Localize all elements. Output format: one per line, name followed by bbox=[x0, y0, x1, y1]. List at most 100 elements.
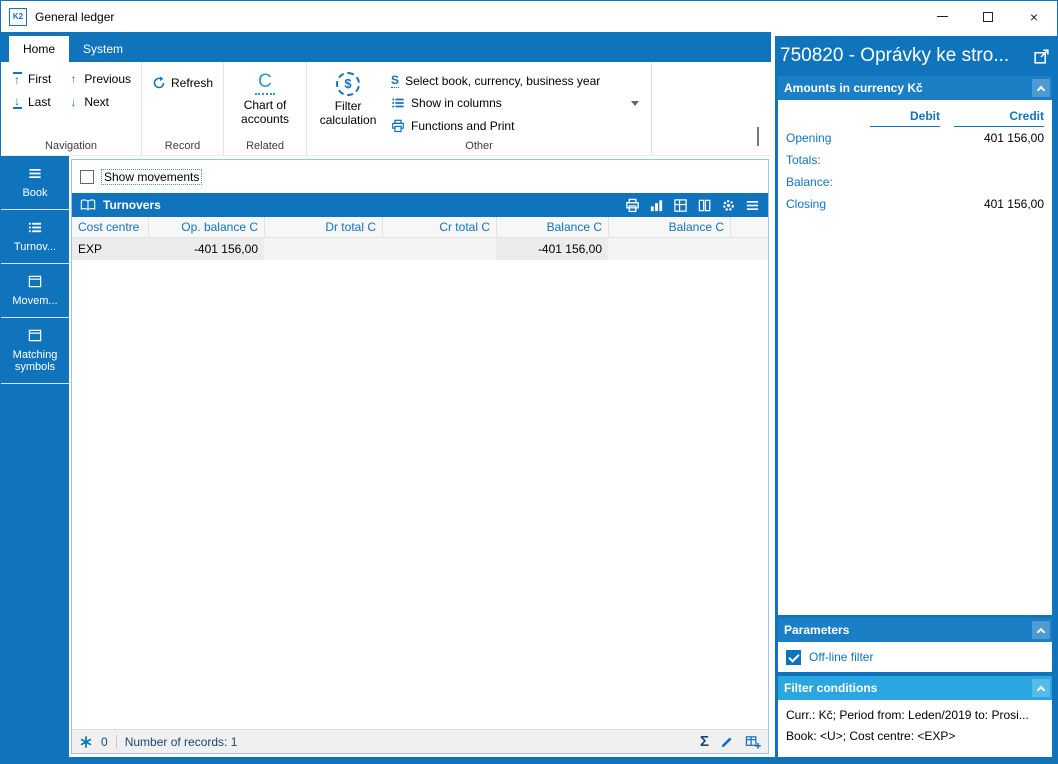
cell-filler bbox=[730, 238, 768, 260]
filter-conditions-header: Filter conditions bbox=[778, 676, 1052, 700]
group-label-record: Record bbox=[164, 140, 201, 152]
open-external-icon[interactable] bbox=[1033, 48, 1050, 65]
previous-label: Previous bbox=[84, 72, 132, 86]
chart-of-accounts-button[interactable]: C Chart of accounts bbox=[234, 72, 296, 137]
show-movements-checkbox[interactable] bbox=[80, 169, 94, 184]
amounts-table: Debit Credit Opening 401 156,00 Totals: … bbox=[778, 100, 1052, 615]
turnovers-header: Turnovers bbox=[72, 193, 768, 217]
table-row[interactable]: EXP -401 156,00 -401 156,00 bbox=[72, 238, 768, 260]
last-button[interactable]: ↓ Last bbox=[11, 95, 51, 109]
first-button[interactable]: ↑ First bbox=[11, 72, 51, 86]
asterisk-icon[interactable] bbox=[79, 735, 93, 749]
ribbon: ↑ First ↑ Previous ↓ Last ↓ Next Navigat… bbox=[1, 62, 771, 156]
last-label: Last bbox=[28, 95, 51, 109]
maximize-button[interactable] bbox=[965, 1, 1011, 32]
cell-cr-total bbox=[382, 238, 496, 260]
table-add-icon[interactable] bbox=[745, 734, 761, 750]
select-book-button[interactable]: S Select book, currency, business year bbox=[391, 70, 641, 92]
window-icon bbox=[27, 328, 43, 343]
parameters-collapse-button[interactable] bbox=[1032, 621, 1050, 639]
list-icon bbox=[27, 220, 43, 235]
ribbon-collapse-button[interactable] bbox=[757, 127, 759, 147]
cell-cost-centre: EXP bbox=[78, 242, 103, 256]
amounts-header-label: Amounts in currency Kč bbox=[784, 81, 923, 95]
ribbon-tabbar: Home System bbox=[1, 32, 771, 62]
columns-icon[interactable] bbox=[697, 198, 712, 213]
last-icon: ↓ bbox=[12, 94, 22, 109]
chart-icon[interactable] bbox=[649, 198, 664, 213]
show-in-columns-dropdown-icon[interactable] bbox=[631, 100, 640, 106]
sidebar-item-label: Matching symbols bbox=[12, 349, 58, 373]
col-dr-total[interactable]: Dr total C bbox=[264, 217, 382, 237]
app-window: K2 General ledger × Home System ↑ First bbox=[0, 0, 1058, 764]
amounts-row-totals: Totals: bbox=[778, 149, 1052, 171]
window-controls: × bbox=[919, 1, 1057, 32]
titlebar: K2 General ledger × bbox=[1, 1, 1057, 32]
filter-conditions-collapse-button[interactable] bbox=[1032, 679, 1050, 697]
credit-value: 401 156,00 bbox=[983, 197, 1044, 211]
col-cost-centre[interactable]: Cost centre bbox=[72, 217, 148, 237]
sidebar-item-turnovers[interactable]: Turnov... bbox=[1, 210, 69, 264]
col-balance-1[interactable]: Balance C bbox=[496, 217, 608, 237]
close-icon: × bbox=[1029, 8, 1039, 25]
col-balance-2[interactable]: Balance C bbox=[608, 217, 730, 237]
record-count-label: Number of records: 1 bbox=[124, 734, 238, 749]
hamburger-menu-icon[interactable] bbox=[745, 198, 760, 213]
row-label: Opening bbox=[786, 131, 832, 145]
amounts-row-balance: Balance: bbox=[778, 171, 1052, 193]
pencil-icon[interactable] bbox=[720, 735, 734, 749]
filter-calculation-label: Filter calculation bbox=[319, 99, 377, 127]
filter-calculation-button[interactable]: $ Filter calculation bbox=[317, 72, 379, 137]
minimize-icon bbox=[936, 16, 948, 17]
sum-icon[interactable]: Σ bbox=[700, 734, 709, 749]
sidebar-item-label: Movem... bbox=[12, 295, 58, 307]
amounts-row-opening: Opening 401 156,00 bbox=[778, 127, 1052, 149]
offline-filter-label: Off-line filter bbox=[809, 650, 874, 664]
filter-condition-line: Curr.: Kč; Period from: Leden/2019 to: P… bbox=[786, 708, 1029, 722]
table-empty-area bbox=[72, 260, 768, 729]
amounts-header-row: Debit Credit bbox=[778, 100, 1052, 127]
pivot-icon[interactable] bbox=[673, 198, 688, 213]
offline-filter-checkbox[interactable] bbox=[786, 649, 801, 665]
next-icon: ↓ bbox=[70, 95, 77, 109]
sidebar-item-movements[interactable]: Movem... bbox=[1, 264, 69, 318]
refresh-icon bbox=[152, 76, 166, 90]
sidebar-item-matching-symbols[interactable]: Matching symbols bbox=[1, 318, 69, 384]
tab-system[interactable]: System bbox=[69, 36, 137, 62]
print-icon[interactable] bbox=[625, 198, 640, 213]
close-button[interactable]: × bbox=[1011, 1, 1057, 32]
select-book-icon: S bbox=[391, 73, 400, 89]
show-movements-label: Show movements bbox=[101, 168, 203, 185]
show-in-columns-icon bbox=[391, 96, 405, 110]
maximize-icon bbox=[983, 11, 993, 22]
sidebar: Book Turnov... Movem... Matching symbols bbox=[1, 156, 69, 757]
show-in-columns-button[interactable]: Show in columns bbox=[391, 92, 641, 114]
window-icon bbox=[27, 274, 43, 289]
credit-value: 401 156,00 bbox=[983, 131, 1044, 145]
refresh-button[interactable]: Refresh bbox=[152, 76, 213, 90]
col-cr-total[interactable]: Cr total C bbox=[382, 217, 496, 237]
filter-conditions-box: Curr.: Kč; Period from: Leden/2019 to: P… bbox=[778, 700, 1052, 757]
main-panel: Show movements Turnovers Cost centre Op.… bbox=[71, 159, 769, 754]
minimize-button[interactable] bbox=[919, 1, 965, 32]
previous-button[interactable]: ↑ Previous bbox=[67, 72, 131, 86]
tab-home[interactable]: Home bbox=[9, 36, 70, 62]
settings-gear-icon[interactable] bbox=[721, 198, 736, 213]
functions-and-print-button[interactable]: Functions and Print bbox=[391, 115, 641, 137]
row-label: Closing bbox=[786, 197, 827, 211]
next-button[interactable]: ↓ Next bbox=[67, 95, 131, 109]
show-movements-row: Show movements bbox=[72, 160, 768, 193]
col-op-balance[interactable]: Op. balance C bbox=[148, 217, 264, 237]
cell-op-balance: -401 156,00 bbox=[193, 242, 258, 256]
first-icon: ↑ bbox=[12, 72, 22, 87]
first-label: First bbox=[28, 72, 52, 86]
filter-condition-line: Book: <U>; Cost centre: <EXP> bbox=[786, 729, 956, 743]
chart-of-accounts-icon: C bbox=[255, 72, 275, 95]
amounts-collapse-button[interactable] bbox=[1032, 79, 1050, 97]
cell-dr-total bbox=[264, 238, 382, 260]
status-bar: 0 Number of records: 1 Σ bbox=[72, 729, 768, 753]
account-title: 750820 - Oprávky ke stro... bbox=[780, 45, 1010, 66]
sidebar-item-book[interactable]: Book bbox=[1, 156, 69, 210]
next-label: Next bbox=[84, 95, 110, 109]
status-count: 0 bbox=[101, 734, 108, 749]
